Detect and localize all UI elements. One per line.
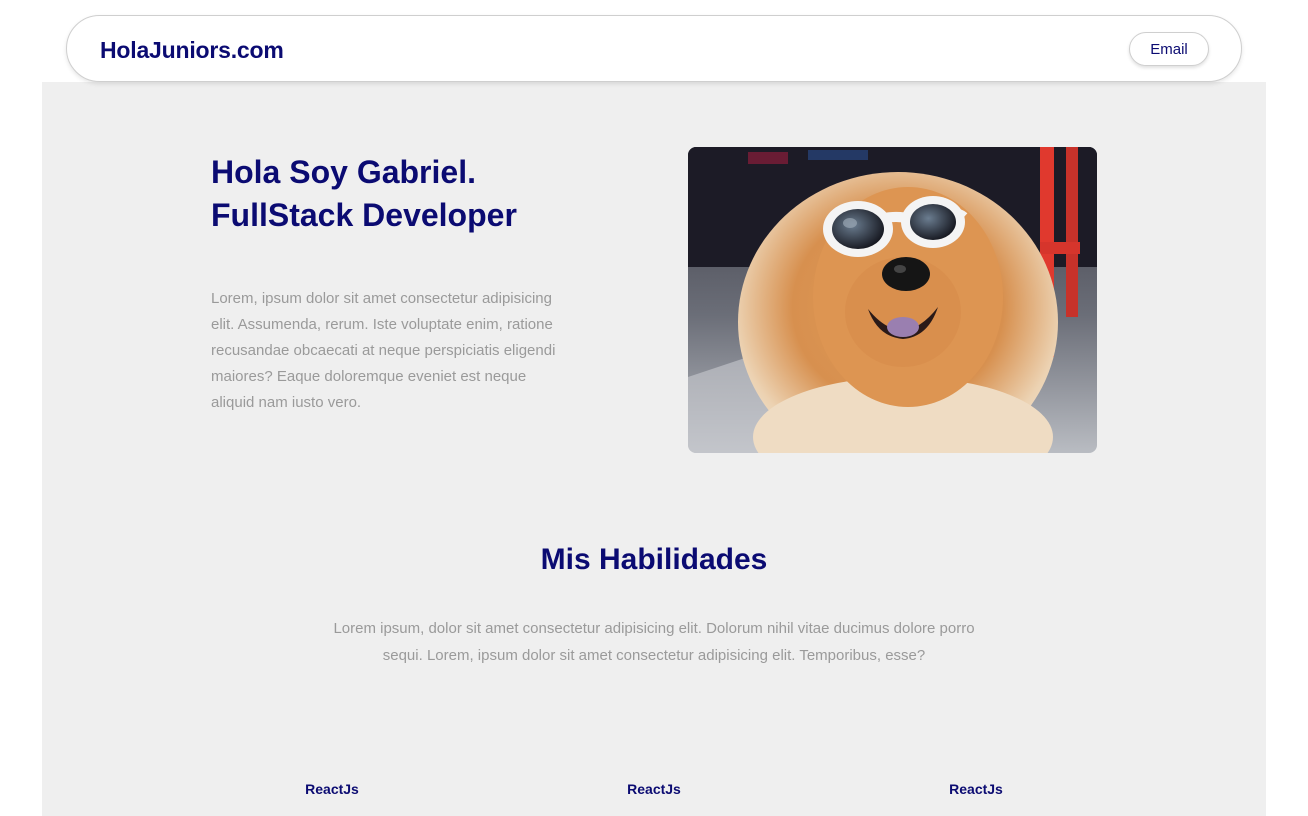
brand-logo[interactable]: HolaJuniors.com	[100, 37, 284, 64]
skills-title: Mis Habilidades	[540, 543, 768, 576]
skill-item-label: ReactJs	[949, 781, 1003, 797]
hero-title-line-2: FullStack Developer	[211, 197, 517, 233]
skill-item-label: ReactJs	[305, 781, 359, 797]
skill-item-label: ReactJs	[627, 781, 681, 797]
skills-description: Lorem ipsum, dolor sit amet consectetur …	[333, 620, 975, 664]
hero-title: Hola Soy Gabriel. FullStack Developer	[211, 151, 631, 237]
hero-title-line-1: Hola Soy Gabriel.	[211, 154, 476, 190]
navbar: HolaJuniors.com Email	[66, 15, 1242, 82]
hero-description: Lorem, ipsum dolor sit amet consectetur …	[211, 290, 556, 411]
hero-image	[688, 147, 1097, 453]
email-button[interactable]: Email	[1129, 32, 1209, 66]
